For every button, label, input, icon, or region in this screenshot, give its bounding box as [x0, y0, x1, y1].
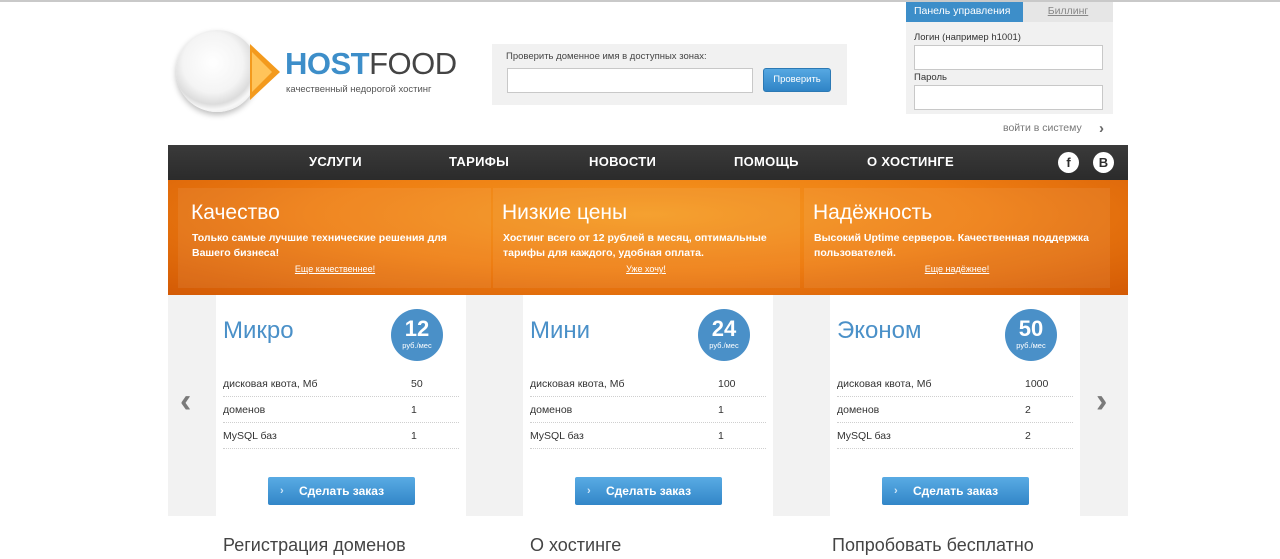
- chevron-right-icon: ›: [280, 485, 284, 497]
- price-unit: руб./мес: [1016, 341, 1046, 350]
- banner-title: Надёжность: [813, 201, 933, 224]
- facebook-icon[interactable]: f: [1058, 152, 1079, 173]
- order-button-label: Сделать заказ: [605, 484, 692, 498]
- vkontakte-icon[interactable]: B: [1093, 152, 1114, 173]
- nav-item-help[interactable]: ПОМОЩЬ: [734, 145, 799, 180]
- tariff-row: дисковая квота, Мб 1000: [837, 371, 1073, 397]
- login-input[interactable]: [914, 45, 1103, 70]
- section-heading-about: О хостинге: [530, 535, 622, 555]
- order-button-label: Сделать заказ: [912, 484, 999, 498]
- tariff-param: дисковая квота, Мб: [530, 378, 625, 390]
- tariff-name: Эконом: [837, 317, 922, 344]
- banner-text: Высокий Uptime серверов. Качественная по…: [814, 232, 1089, 259]
- logo-tagline: качественный недорогой хостинг: [286, 84, 432, 95]
- tariff-value: 1: [718, 430, 724, 442]
- tariff-card-mini: Мини 24 руб./мес дисковая квота, Мб 100 до…: [523, 295, 773, 516]
- order-button[interactable]: › Сделать заказ: [575, 477, 722, 505]
- tariff-param: MySQL баз: [837, 430, 891, 442]
- price-value: 50: [1018, 316, 1044, 341]
- nav-item-news[interactable]: НОВОСТИ: [589, 145, 656, 180]
- tariff-name: Мини: [530, 317, 591, 344]
- tariff-param: MySQL баз: [530, 430, 584, 442]
- domain-check-button[interactable]: Проверить: [763, 68, 831, 92]
- order-button[interactable]: › Сделать заказ: [882, 477, 1029, 505]
- carousel-next-icon[interactable]: ›: [1096, 384, 1107, 418]
- tab-control-panel[interactable]: Панель управления: [906, 2, 1023, 22]
- tariff-value: 50: [411, 378, 423, 390]
- main-nav: УСЛУГИ ТАРИФЫ НОВОСТИ ПОМОЩЬ О ХОСТИНГЕ …: [168, 145, 1128, 180]
- logo-title-host: HOST: [285, 46, 370, 81]
- tariff-param: дисковая квота, Мб: [223, 378, 318, 390]
- tariff-param: дисковая квота, Мб: [837, 378, 932, 390]
- banner-link[interactable]: Уже хочу!: [503, 264, 789, 274]
- price-unit: руб./мес: [709, 341, 739, 350]
- tariff-value: 100: [718, 378, 736, 390]
- domain-check-label: Проверить доменное имя в доступных зонах…: [506, 51, 707, 62]
- tariff-value: 2: [1025, 430, 1031, 442]
- order-button-label: Сделать заказ: [298, 484, 385, 498]
- tariff-param: доменов: [837, 404, 880, 416]
- features-banner: Качество Только самые лучшие технические…: [168, 180, 1128, 295]
- plate-logo-icon: [176, 30, 258, 112]
- tariff-row: MySQL баз 1: [223, 423, 459, 449]
- banner-title: Низкие цены: [502, 201, 628, 224]
- nav-item-tariffs[interactable]: ТАРИФЫ: [449, 145, 509, 180]
- password-label: Пароль: [914, 72, 947, 83]
- price-value: 12: [404, 316, 430, 341]
- tariff-row: доменов 1: [223, 397, 459, 423]
- logo-arrow-highlight: [252, 52, 272, 92]
- chevron-right-icon: ›: [587, 485, 591, 497]
- section-heading-domains: Регистрация доменов: [223, 535, 406, 555]
- tariff-value: 1: [718, 404, 724, 416]
- section-heading-trial: Попробовать бесплатно: [832, 535, 1034, 555]
- banner-link[interactable]: Еще надёжнее!: [814, 264, 1100, 274]
- chevron-right-icon[interactable]: ›: [1099, 120, 1104, 137]
- banner-text: Только самые лучшие технические решения …: [192, 232, 447, 259]
- tariff-row: доменов 2: [837, 397, 1073, 423]
- tariff-value: 2: [1025, 404, 1031, 416]
- banner-link[interactable]: Еще качественнее!: [192, 264, 478, 274]
- tariff-row: дисковая квота, Мб 100: [530, 371, 766, 397]
- tariff-row: MySQL баз 1: [530, 423, 766, 449]
- tariff-row: дисковая квота, Мб 50: [223, 371, 459, 397]
- login-panel: Панель управления Биллинг Логин (наприме…: [906, 2, 1113, 114]
- tariff-value: 1: [411, 404, 417, 416]
- tariff-param: доменов: [223, 404, 266, 416]
- domain-input[interactable]: [507, 68, 753, 93]
- logo-title-food: FOOD: [369, 46, 457, 81]
- price-value: 24: [711, 316, 737, 341]
- nav-item-services[interactable]: УСЛУГИ: [309, 145, 362, 180]
- tariff-param: доменов: [530, 404, 573, 416]
- carousel-prev-icon[interactable]: ‹: [180, 384, 191, 418]
- price-badge: 12 руб./мес: [391, 309, 443, 361]
- order-button[interactable]: › Сделать заказ: [268, 477, 415, 505]
- site-logo[interactable]: HOSTFOOD качественный недорогой хостинг: [172, 28, 457, 118]
- banner-text: Хостинг всего от 12 рублей в месяц, опти…: [503, 232, 767, 259]
- login-label: Логин (например h1001): [914, 32, 1021, 43]
- tariff-card-econom: Эконом 50 руб./мес дисковая квота, Мб 1000…: [830, 295, 1080, 516]
- price-badge: 50 руб./мес: [1005, 309, 1057, 361]
- tariff-card-micro: Микро 12 руб./мес дисковая квота, Мб 50 до…: [216, 295, 466, 516]
- tariff-row: доменов 1: [530, 397, 766, 423]
- password-input[interactable]: [914, 85, 1103, 110]
- tariff-row: MySQL баз 2: [837, 423, 1073, 449]
- banner-title: Качество: [191, 201, 280, 224]
- logo-title: HOSTFOOD: [285, 46, 457, 82]
- chevron-right-icon: ›: [894, 485, 898, 497]
- tab-billing[interactable]: Биллинг: [1023, 2, 1113, 22]
- tariff-name: Микро: [223, 317, 294, 344]
- tariff-value: 1: [411, 430, 417, 442]
- tariff-value: 1000: [1025, 378, 1049, 390]
- price-badge: 24 руб./мес: [698, 309, 750, 361]
- nav-item-about[interactable]: О ХОСТИНГЕ: [867, 145, 954, 180]
- domain-check-panel: Проверить доменное имя в доступных зонах…: [492, 44, 847, 105]
- price-unit: руб./мес: [402, 341, 432, 350]
- tariff-param: MySQL баз: [223, 430, 277, 442]
- login-submit-link[interactable]: войти в систему: [1003, 122, 1082, 134]
